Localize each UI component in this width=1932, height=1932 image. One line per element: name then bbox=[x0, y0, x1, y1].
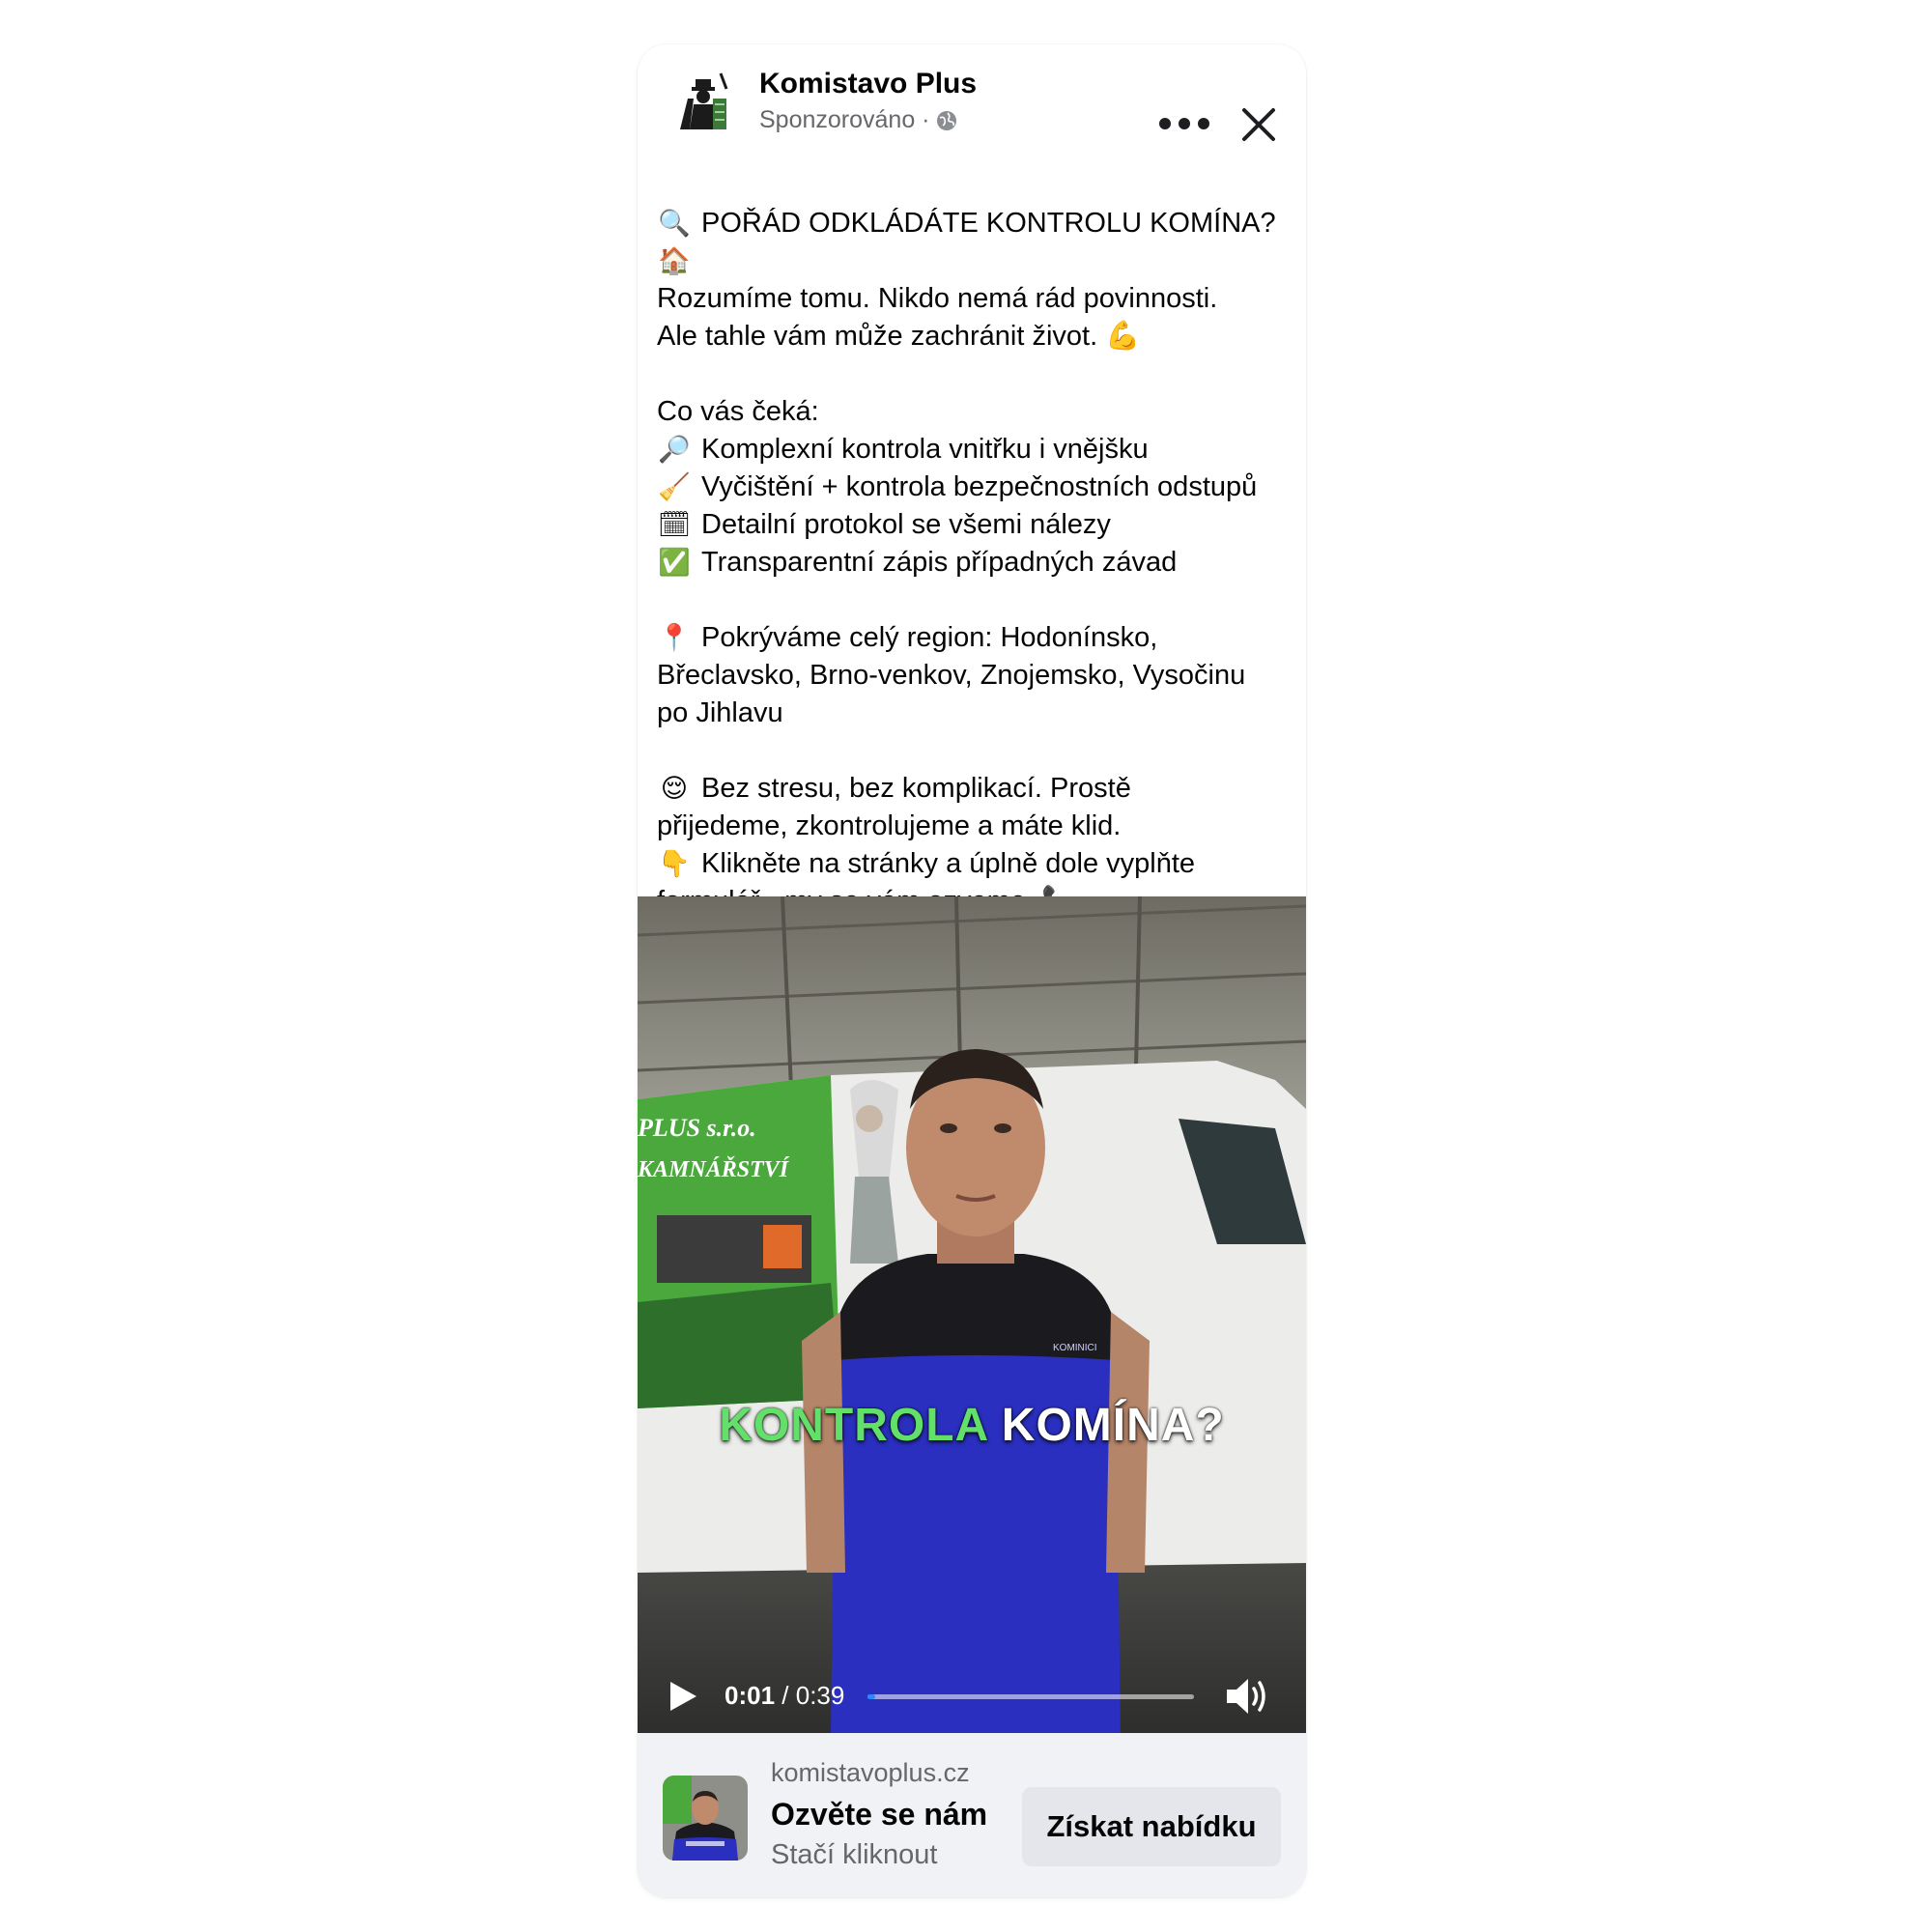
post-text-line bbox=[657, 582, 1294, 619]
post-header: Komistavo Plus Sponzorováno · bbox=[638, 44, 1306, 160]
video-controls: 0:01 / 0:39 bbox=[638, 1660, 1306, 1718]
subtitle-green: KONTROLA bbox=[719, 1400, 988, 1451]
get-offer-button[interactable]: Získat nabídku bbox=[1022, 1787, 1281, 1866]
post-text-line: Co vás čeká: bbox=[657, 393, 1294, 431]
post-text-content: po Jihlavu bbox=[657, 697, 783, 728]
post-text-line bbox=[657, 732, 1294, 770]
volume-icon[interactable] bbox=[1225, 1675, 1269, 1718]
post-text-content: Vyčištění + kontrola bezpečnostních odst… bbox=[701, 471, 1258, 502]
post-text-line: 👇 Klikněte na stránky a úplně dole vyplňt… bbox=[657, 845, 1294, 883]
post-text-content: přijedeme, zkontrolujeme a máte klid. bbox=[657, 810, 1122, 841]
emoji-icon: 🧹 bbox=[658, 472, 691, 502]
subtitle-white: KOMÍNA? bbox=[1001, 1400, 1225, 1451]
post-text-line: ✅ Transparentní zápis případných závad bbox=[657, 544, 1294, 582]
globe-icon bbox=[936, 110, 956, 130]
cta-section[interactable]: komistavoplus.cz Ozvěte se nám Stačí kli… bbox=[638, 1733, 1306, 1897]
sponsored-label: Sponzorováno · bbox=[759, 106, 957, 134]
emoji-icon: 😌 bbox=[660, 774, 689, 804]
van-text-kamnarstvi: KAMNÁŘSTVÍ bbox=[638, 1156, 790, 1182]
video-frame: PLUS s.r.o. KAMNÁŘSTVÍ KOMINICI bbox=[638, 896, 1306, 1733]
post-text-line: 😌 Bez stresu, bez komplikací. Prostě bbox=[657, 770, 1294, 808]
emoji-icon: 🔎 bbox=[658, 435, 691, 465]
post-text-line: 🏠 bbox=[657, 242, 1294, 280]
video-time: 0:01 / 0:39 bbox=[724, 1681, 844, 1711]
video-progress-bar[interactable] bbox=[867, 1694, 1194, 1699]
post-text-content: Co vás čeká: bbox=[657, 396, 819, 427]
post-text-line: přijedeme, zkontrolujeme a máte klid. bbox=[657, 808, 1294, 845]
emoji-icon: 📍 bbox=[658, 623, 691, 653]
emoji-icon: 👇 bbox=[658, 849, 691, 879]
cta-domain[interactable]: komistavoplus.cz bbox=[771, 1758, 970, 1788]
post-text-content: Detailní protokol se všemi nálezy bbox=[701, 509, 1111, 540]
cta-thumbnail[interactable] bbox=[663, 1776, 748, 1861]
play-icon[interactable] bbox=[667, 1679, 699, 1714]
post-text-content: Transparentní zápis případných závad bbox=[701, 547, 1178, 578]
duration: / 0:39 bbox=[781, 1681, 845, 1710]
sponsored-text: Sponzorováno · bbox=[759, 106, 930, 133]
post-text-content: Bez stresu, bez komplikací. Prostě bbox=[701, 773, 1131, 804]
post-text-content: Břeclavsko, Brno-venkov, Znojemsko, Vyso… bbox=[657, 660, 1246, 691]
post-text-content: Ale tahle vám může zachránit život. 💪 bbox=[657, 321, 1141, 352]
ad-card: Komistavo Plus Sponzorováno · 🔍 POŘÁD ODK… bbox=[638, 44, 1306, 1897]
page-avatar[interactable] bbox=[670, 70, 738, 137]
cta-headline[interactable]: Ozvěte se nám bbox=[771, 1797, 987, 1833]
more-options-icon[interactable] bbox=[1159, 118, 1209, 131]
post-text-line: 🧹 Vyčištění + kontrola bezpečnostních ods… bbox=[657, 469, 1294, 506]
post-text-content: Klikněte na stránky a úplně dole vyplňte bbox=[701, 848, 1196, 879]
post-text-line: 🗓 Detailní protokol se všemi nálezy bbox=[657, 506, 1294, 544]
emoji-icon: 🗓 bbox=[657, 510, 692, 540]
video-progress-fill bbox=[867, 1694, 876, 1699]
post-text: 🔍 POŘÁD ODKLÁDÁTE KONTROLU KOMÍNA? 🏠 Rozumí… bbox=[657, 205, 1294, 921]
emoji-icon: ✅ bbox=[658, 548, 691, 578]
post-text-content: Komplexní kontrola vnitřku i vnějšku bbox=[701, 434, 1149, 465]
current-time: 0:01 bbox=[724, 1681, 776, 1710]
emoji-icon: 🔍 bbox=[658, 209, 691, 239]
post-text-line: Břeclavsko, Brno-venkov, Znojemsko, Vyso… bbox=[657, 657, 1294, 695]
post-text-content: Rozumíme tomu. Nikdo nemá rád povinnosti… bbox=[657, 283, 1218, 314]
post-text-line: Rozumíme tomu. Nikdo nemá rád povinnosti… bbox=[657, 280, 1294, 318]
post-text-line: 📍 Pokrýváme celý region: Hodonínsko, bbox=[657, 619, 1294, 657]
post-text-line bbox=[657, 355, 1294, 393]
post-text-line: 🔎 Komplexní kontrola vnitřku i vnějšku bbox=[657, 431, 1294, 469]
post-text-content: POŘÁD ODKLÁDÁTE KONTROLU KOMÍNA? bbox=[701, 208, 1276, 239]
video-subtitle: KONTROLA KOMÍNA? bbox=[638, 1399, 1306, 1452]
post-text-content: Pokrýváme celý region: Hodonínsko, bbox=[701, 622, 1158, 653]
video-player[interactable]: PLUS s.r.o. KAMNÁŘSTVÍ KOMINICI KONTROLA… bbox=[638, 896, 1306, 1733]
van-text-company: PLUS s.r.o. bbox=[638, 1114, 756, 1142]
emoji-icon: 🏠 bbox=[658, 246, 691, 276]
post-text-line: 🔍 POŘÁD ODKLÁDÁTE KONTROLU KOMÍNA? bbox=[657, 205, 1294, 242]
page-name[interactable]: Komistavo Plus bbox=[759, 68, 977, 100]
cta-description: Stačí kliknout bbox=[771, 1839, 938, 1870]
post-text-line: po Jihlavu bbox=[657, 695, 1294, 732]
close-icon[interactable] bbox=[1238, 104, 1279, 145]
post-text-line: Ale tahle vám může zachránit život. 💪 bbox=[657, 318, 1294, 355]
svg-text:KOMINICI: KOMINICI bbox=[1053, 1343, 1097, 1353]
